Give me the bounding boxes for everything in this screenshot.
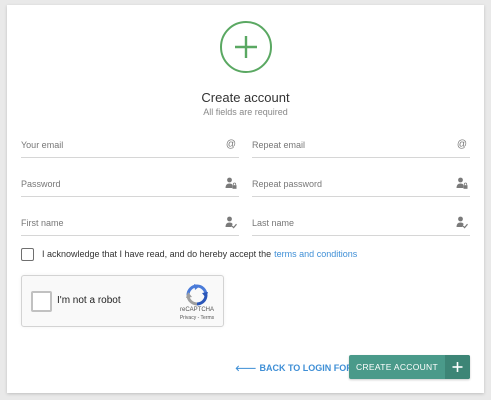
email-field-wrapper: @ — [21, 131, 239, 158]
at-icon: @ — [225, 138, 237, 150]
create-account-card: Create account All fields are required @… — [7, 5, 484, 393]
back-link-label: BACK TO LOGIN FORM — [259, 363, 361, 373]
repeat-email-input[interactable] — [252, 137, 447, 153]
terms-text: I acknowledge that I have read, and do h… — [42, 249, 357, 259]
repeat-password-input[interactable] — [252, 176, 447, 192]
user-lock-icon — [456, 176, 468, 190]
first-name-input[interactable] — [21, 215, 216, 231]
page-title: Create account — [201, 90, 290, 105]
at-icon: @ — [456, 138, 468, 150]
user-check-icon — [456, 215, 468, 229]
back-to-login-link[interactable]: 🡐 BACK TO LOGIN FORM — [235, 363, 360, 373]
recaptcha-links[interactable]: Privacy - Terms — [172, 315, 222, 321]
last-name-input[interactable] — [252, 215, 447, 231]
repeat-password-field-wrapper — [252, 170, 470, 197]
repeat-email-field-wrapper: @ — [252, 131, 470, 158]
first-name-field-wrapper — [21, 209, 239, 236]
create-account-button[interactable]: CREATE ACCOUNT — [349, 355, 470, 379]
recaptcha-brand: reCAPTCHA — [179, 307, 214, 313]
email-input[interactable] — [21, 137, 216, 153]
last-name-field-wrapper — [252, 209, 470, 236]
user-check-icon — [225, 215, 237, 229]
add-account-icon — [220, 21, 272, 73]
arrow-left-icon: 🡐 — [235, 364, 257, 373]
recaptcha-checkbox[interactable] — [31, 291, 52, 312]
page-subtitle: All fields are required — [203, 107, 288, 117]
password-input[interactable] — [21, 176, 216, 192]
create-account-label: CREATE ACCOUNT — [356, 362, 438, 372]
user-lock-icon — [225, 176, 237, 190]
password-field-wrapper — [21, 170, 239, 197]
plus-icon — [445, 355, 470, 379]
recaptcha-widget: I'm not a robot reCAPTCHA Privacy - Term… — [21, 275, 224, 327]
terms-statement: I acknowledge that I have read, and do h… — [42, 249, 272, 259]
terms-checkbox[interactable] — [21, 248, 34, 261]
recaptcha-label: I'm not a robot — [57, 295, 121, 306]
terms-link[interactable]: terms and conditions — [274, 249, 357, 259]
